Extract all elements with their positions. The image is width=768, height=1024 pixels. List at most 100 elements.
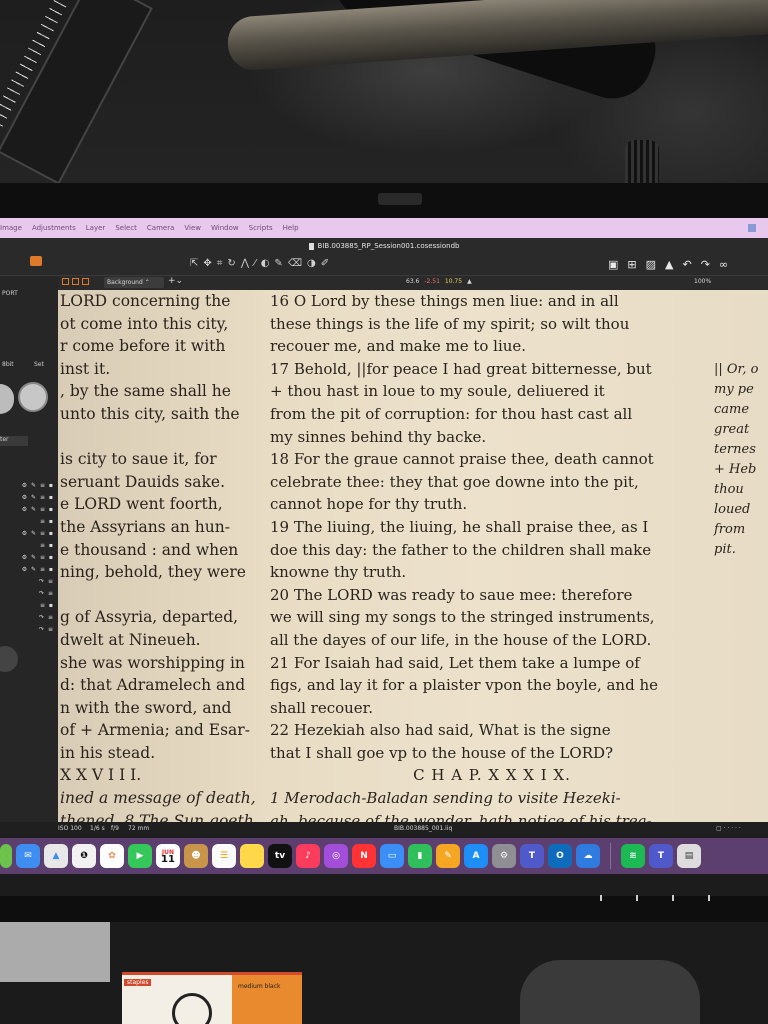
photos-icon[interactable]: ✿ — [100, 844, 124, 868]
menu-layer[interactable]: Layer — [86, 224, 106, 232]
monitor-button[interactable] — [636, 895, 638, 901]
outlook-icon[interactable]: O — [548, 844, 572, 868]
layer-row[interactable]: ↷ ≡ — [6, 626, 54, 638]
pan-tool-icon[interactable]: ✥ — [203, 258, 211, 269]
text-line: n with the sword, and — [60, 698, 232, 717]
facetime-icon[interactable]: ▶ — [128, 844, 152, 868]
layer-row[interactable]: ↷ ≡ — [6, 578, 54, 590]
maps-icon[interactable]: ▲ — [44, 844, 68, 868]
teams-new-icon[interactable]: T — [649, 844, 673, 868]
menubar-status-icon[interactable] — [748, 224, 756, 232]
crop-tool-icon[interactable]: ⌗ — [217, 258, 223, 269]
menu-view[interactable]: View — [184, 224, 201, 232]
layer-row[interactable]: ⚙ ✎ ≡ ▪ — [6, 506, 54, 518]
layer-row[interactable]: ≡ ▪ — [6, 602, 54, 614]
monitor-button[interactable] — [672, 895, 674, 901]
annotation-tool-icon[interactable]: ✐ — [321, 258, 329, 269]
redo-icon[interactable]: ↷ — [701, 258, 710, 271]
keystone-tool-icon[interactable]: ⋀ — [241, 258, 249, 269]
menu-image[interactable]: Image — [0, 224, 22, 232]
layer-row[interactable]: ↷ ≡ — [6, 590, 54, 602]
export-label[interactable]: PORT — [2, 290, 18, 297]
mail-icon[interactable]: ✉ — [16, 844, 40, 868]
text-line: all the dayes of our life, in the house … — [270, 630, 652, 649]
gradient-tool-icon[interactable]: ◑ — [307, 258, 316, 269]
text-line: cannot hope for thy truth. — [270, 495, 468, 514]
spotify-icon[interactable]: ≋ — [621, 844, 645, 868]
music-icon[interactable]: ♪ — [296, 844, 320, 868]
eraser-tool-icon[interactable]: ⌫ — [288, 258, 302, 269]
text-line: , by the same shall he — [60, 382, 231, 401]
channel-swatches — [62, 278, 89, 285]
layer-row[interactable]: ⚙ ✎ ≡ ▪ — [6, 554, 54, 566]
fullscreen-icon[interactable]: ▢ · · · · · — [716, 825, 741, 832]
color-picker-knob[interactable] — [18, 382, 48, 412]
more-icon[interactable]: ∞ — [719, 258, 728, 271]
layer-select[interactable]: Background ⌃ — [104, 277, 164, 288]
readout-l: 63.6 — [406, 278, 420, 285]
podcasts-icon[interactable]: ◎ — [324, 844, 348, 868]
menu-scripts[interactable]: Scripts — [249, 224, 273, 232]
layer-row[interactable]: ⚙ ✎ ≡ ▪ — [6, 494, 54, 506]
pages-icon[interactable]: ✎ — [436, 844, 460, 868]
menu-adjustments[interactable]: Adjustments — [32, 224, 76, 232]
filter-select[interactable]: ter — [0, 436, 28, 446]
toggle-icon[interactable] — [0, 384, 14, 414]
text-line: dwelt at Nineueh. — [60, 630, 201, 649]
rotate-tool-icon[interactable]: ↻ — [227, 258, 235, 269]
menu-window[interactable]: Window — [211, 224, 239, 232]
layer-row[interactable]: ≡ ▪ — [6, 542, 54, 554]
reminders-icon[interactable]: ☰ — [212, 844, 236, 868]
layer-row[interactable]: ≡ ▪ — [6, 518, 54, 530]
warning-icon[interactable]: ▲ — [665, 258, 673, 271]
layer-row[interactable]: ⚙ ✎ ≡ ▪ — [6, 530, 54, 542]
teams-icon[interactable]: T — [520, 844, 544, 868]
viewer-layout-icon[interactable]: ▣ — [608, 258, 618, 271]
messages-icon[interactable] — [0, 844, 12, 868]
text-line: knowne thy truth. — [270, 563, 407, 582]
swatch-icon[interactable] — [82, 278, 89, 285]
keynote-icon[interactable]: ▭ — [380, 844, 404, 868]
proof-icon[interactable]: ▨ — [646, 258, 656, 271]
undo-icon[interactable]: ↶ — [683, 258, 692, 271]
document-viewer[interactable]: LORD concerning the ot come into this ci… — [58, 290, 768, 822]
layer-row[interactable]: ⚙ ✎ ≡ ▪ — [6, 482, 54, 494]
notes-icon[interactable] — [240, 844, 264, 868]
staples-box: staples medium black — [122, 972, 302, 1024]
menu-select[interactable]: Select — [115, 224, 137, 232]
left-column-text: LORD concerning the ot come into this ci… — [60, 290, 264, 822]
numbers-icon[interactable]: ▮ — [408, 844, 432, 868]
capture-one-icon[interactable]: ▤ — [677, 844, 701, 868]
tv-icon[interactable]: tv — [268, 844, 292, 868]
margin-note-line: came — [714, 402, 750, 417]
text-line: 20 The LORD was ready to saue mee: there… — [270, 585, 633, 604]
monitor-button[interactable] — [708, 895, 710, 901]
brush-tool-icon[interactable]: ✎ — [274, 258, 282, 269]
layer-row[interactable]: ↷ ≡ — [6, 614, 54, 626]
white-balance-tool-icon[interactable]: ◐ — [261, 258, 270, 269]
swatch-icon[interactable] — [62, 278, 69, 285]
app-store-icon[interactable]: A — [464, 844, 488, 868]
menu-camera[interactable]: Camera — [147, 224, 174, 232]
chapter-heading: C H A P. X X X I X. — [413, 766, 571, 785]
monitor-button[interactable] — [600, 895, 602, 901]
menu-help[interactable]: Help — [283, 224, 299, 232]
text-line: my sinnes behind thy backe. — [270, 427, 487, 446]
set-button[interactable]: Set — [34, 361, 44, 368]
macos-dock: ✉ ▲ ❶ ✿ ▶ JUN 11 ☻ ☰ tv ♪ ◎ N ▭ ▮ ✎ A ⚙ … — [0, 838, 768, 874]
news-icon[interactable]: N — [352, 844, 376, 868]
calendar-icon[interactable]: JUN 11 — [156, 844, 180, 868]
zoom-level[interactable]: 100% — [694, 278, 711, 285]
grid-icon[interactable]: ⊞ — [627, 258, 636, 271]
contacts-icon[interactable]: ☻ — [184, 844, 208, 868]
folder-icon[interactable] — [30, 256, 42, 266]
onepassword-icon[interactable]: ❶ — [72, 844, 96, 868]
swatch-icon[interactable] — [72, 278, 79, 285]
layer-row[interactable]: ⚙ ✎ ≡ ▪ — [6, 566, 54, 578]
picker-tool-icon[interactable]: ⁄ — [254, 258, 256, 269]
onedrive-icon[interactable]: ☁ — [576, 844, 600, 868]
add-layer-icon[interactable]: +⌄ — [168, 276, 183, 286]
text-line: 18 For the graue cannot praise thee, dea… — [270, 450, 654, 469]
cursor-tool-icon[interactable]: ⇱ — [190, 258, 198, 269]
system-settings-icon[interactable]: ⚙ — [492, 844, 516, 868]
